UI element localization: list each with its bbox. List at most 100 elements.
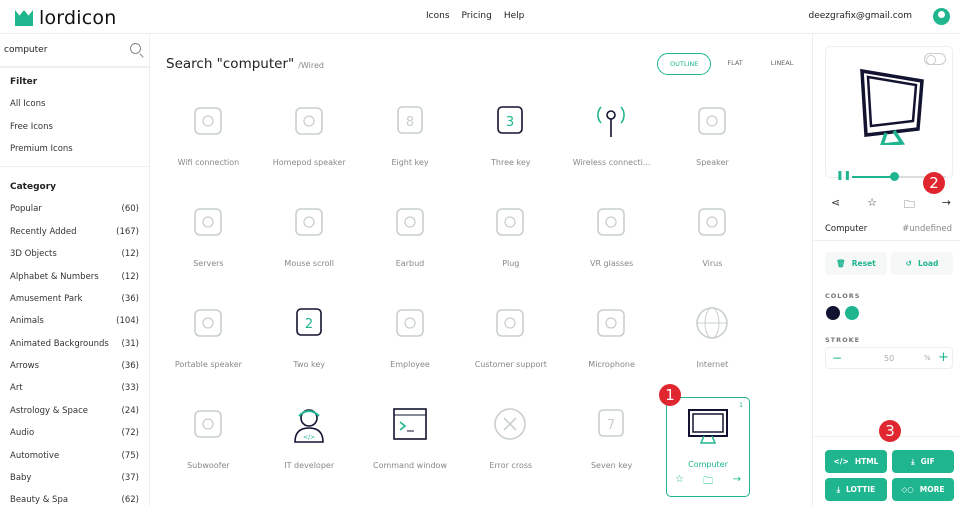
icon-label: Plug [502, 259, 520, 268]
gif-button[interactable]: ⤓ GIF [892, 450, 954, 473]
icon-card[interactable]: Virus [662, 189, 763, 290]
tab-lineal[interactable]: LINEAL [759, 53, 806, 75]
category-item[interactable]: Animated Backgrounds (31) [0, 333, 149, 355]
router-icon [194, 107, 222, 135]
category-item[interactable]: Alphabet & Numbers (12) [0, 265, 149, 287]
earbud-icon [395, 208, 424, 236]
color-swatch-secondary[interactable] [845, 306, 859, 320]
headset-icon [496, 309, 525, 337]
stroke-value[interactable]: 50 [884, 354, 894, 363]
category-item[interactable]: Automotive (75) [0, 444, 149, 466]
more-button[interactable]: ◇○ MORE [892, 478, 954, 501]
load-button[interactable]: ↺ Load [891, 252, 953, 275]
icon-card[interactable]: 3 Three key [460, 88, 561, 189]
icon-actions: ☆ 🗀 → [675, 474, 741, 491]
category-item[interactable]: Beauty & Spa (62) [0, 489, 149, 511]
arrow-right-icon[interactable]: → [733, 474, 741, 491]
nav-icons[interactable]: Icons [426, 11, 450, 21]
filter-item[interactable]: All Icons [0, 93, 149, 115]
search-value[interactable]: computer [4, 45, 47, 55]
icon-card[interactable]: Customer support [460, 290, 561, 391]
icon-label: Internet [696, 360, 729, 369]
category-item[interactable]: Popular (60) [0, 198, 149, 220]
subwoofer-icon [194, 410, 222, 438]
icon-card[interactable]: Internet [662, 290, 763, 391]
reset-button[interactable]: 🗑 Reset [825, 252, 887, 275]
category-item[interactable]: Astrology & Space (24) [0, 400, 149, 422]
icon-card[interactable]: Command window [360, 391, 461, 492]
icon-card[interactable]: VR glasses [561, 189, 662, 290]
category-name: Recently Added [10, 226, 77, 237]
arrow-right-icon[interactable]: → [942, 196, 951, 215]
icon-card[interactable]: 8 Eight key [360, 88, 461, 189]
category-item[interactable]: 3D Objects (12) [0, 243, 149, 265]
category-item[interactable]: Recently Added (167) [0, 221, 149, 243]
icon-card[interactable]: 2 Two key [259, 290, 360, 391]
icon-label: Three key [491, 158, 531, 167]
pause-icon[interactable]: ❚❚ [836, 171, 851, 181]
icon-label: VR glasses [589, 259, 634, 268]
user-email[interactable]: deezgrafix@gmail.com [808, 11, 912, 21]
icon-card[interactable]: Plug [460, 189, 561, 290]
code-icon: </> [833, 457, 849, 466]
icon-card[interactable]: Earbud [360, 189, 461, 290]
star-icon[interactable]: ☆ [675, 474, 684, 491]
tab-outline[interactable]: OUTLINE [657, 53, 712, 75]
icon-card[interactable]: Computer 1 ☆ 🗀 → [665, 397, 750, 497]
search-icon[interactable] [130, 43, 141, 54]
icon-card[interactable]: Microphone [561, 290, 662, 391]
icon-card[interactable]: Mouse scroll [259, 189, 360, 290]
avatar-icon[interactable] [933, 8, 950, 25]
logo[interactable]: lordicon [15, 7, 116, 29]
category-item[interactable]: Animals (104) [0, 310, 149, 332]
increase-stroke-button[interactable]: + [938, 350, 949, 365]
category-item[interactable]: Arrows (36) [0, 355, 149, 377]
icon-label: Customer support [474, 360, 547, 369]
color-swatch-primary[interactable] [826, 306, 840, 320]
search-title: Search "computer" [166, 56, 295, 72]
lottie-button[interactable]: ⤓ LOTTIE [825, 478, 887, 501]
icon-label: Speaker [696, 158, 729, 167]
background-toggle[interactable] [924, 53, 946, 65]
icon-card[interactable]: Subwoofer [158, 391, 259, 492]
icon-card[interactable]: Speaker [662, 88, 763, 189]
filter-item[interactable]: Premium Icons [0, 138, 149, 160]
key-icon: 8 [396, 106, 423, 134]
icon-card[interactable]: Employee [360, 290, 461, 391]
category-name: Audio [10, 428, 35, 439]
top-nav: Icons Pricing Help [426, 11, 524, 21]
main: Search "computer"/Wired OUTLINE FLAT LIN… [151, 34, 812, 506]
search-input[interactable]: computer [0, 34, 149, 68]
icon-card[interactable]: Portable speaker [158, 290, 259, 391]
icon-name: Computer [825, 224, 868, 234]
html-button[interactable]: </> HTML [825, 450, 887, 473]
filter-item[interactable]: Free Icons [0, 115, 149, 137]
category-count: (31) [121, 338, 139, 349]
category-item[interactable]: Art (33) [0, 377, 149, 399]
star-icon[interactable]: ☆ [867, 196, 877, 215]
decrease-stroke-button[interactable]: − [832, 351, 842, 365]
icon-label: Error cross [489, 461, 533, 470]
icon-card[interactable]: 7 Seven key [561, 391, 662, 492]
folder-add-icon[interactable]: 🗀 [703, 474, 713, 491]
slider-handle[interactable] [890, 172, 900, 181]
category-item[interactable]: Audio (72) [0, 422, 149, 444]
share-icon[interactable]: ⋖ [831, 196, 840, 215]
nav-help[interactable]: Help [504, 11, 525, 21]
load-label: Load [917, 259, 939, 268]
category-item[interactable]: Amusement Park (36) [0, 288, 149, 310]
stroke-stepper[interactable]: − 50 % + [825, 347, 953, 369]
svg-text:3: 3 [506, 115, 514, 130]
icon-card[interactable]: Servers [158, 189, 259, 290]
header: lordicon Icons Pricing Help deezgrafix@g… [0, 0, 960, 34]
category-item[interactable]: Baby (37) [0, 467, 149, 489]
nav-pricing[interactable]: Pricing [462, 11, 492, 21]
tab-flat[interactable]: FLAT [715, 53, 754, 75]
icon-card[interactable]: Homepod speaker [259, 88, 360, 189]
folder-add-icon[interactable]: 🗀 [904, 196, 915, 215]
icon-card[interactable]: Wireless connecti... [561, 88, 662, 189]
icon-card[interactable]: Wifi connection [158, 88, 259, 189]
icon-card[interactable]: </> IT developer [259, 391, 360, 492]
category-name: Astrology & Space [10, 405, 89, 416]
icon-card[interactable]: Error cross [460, 391, 561, 492]
